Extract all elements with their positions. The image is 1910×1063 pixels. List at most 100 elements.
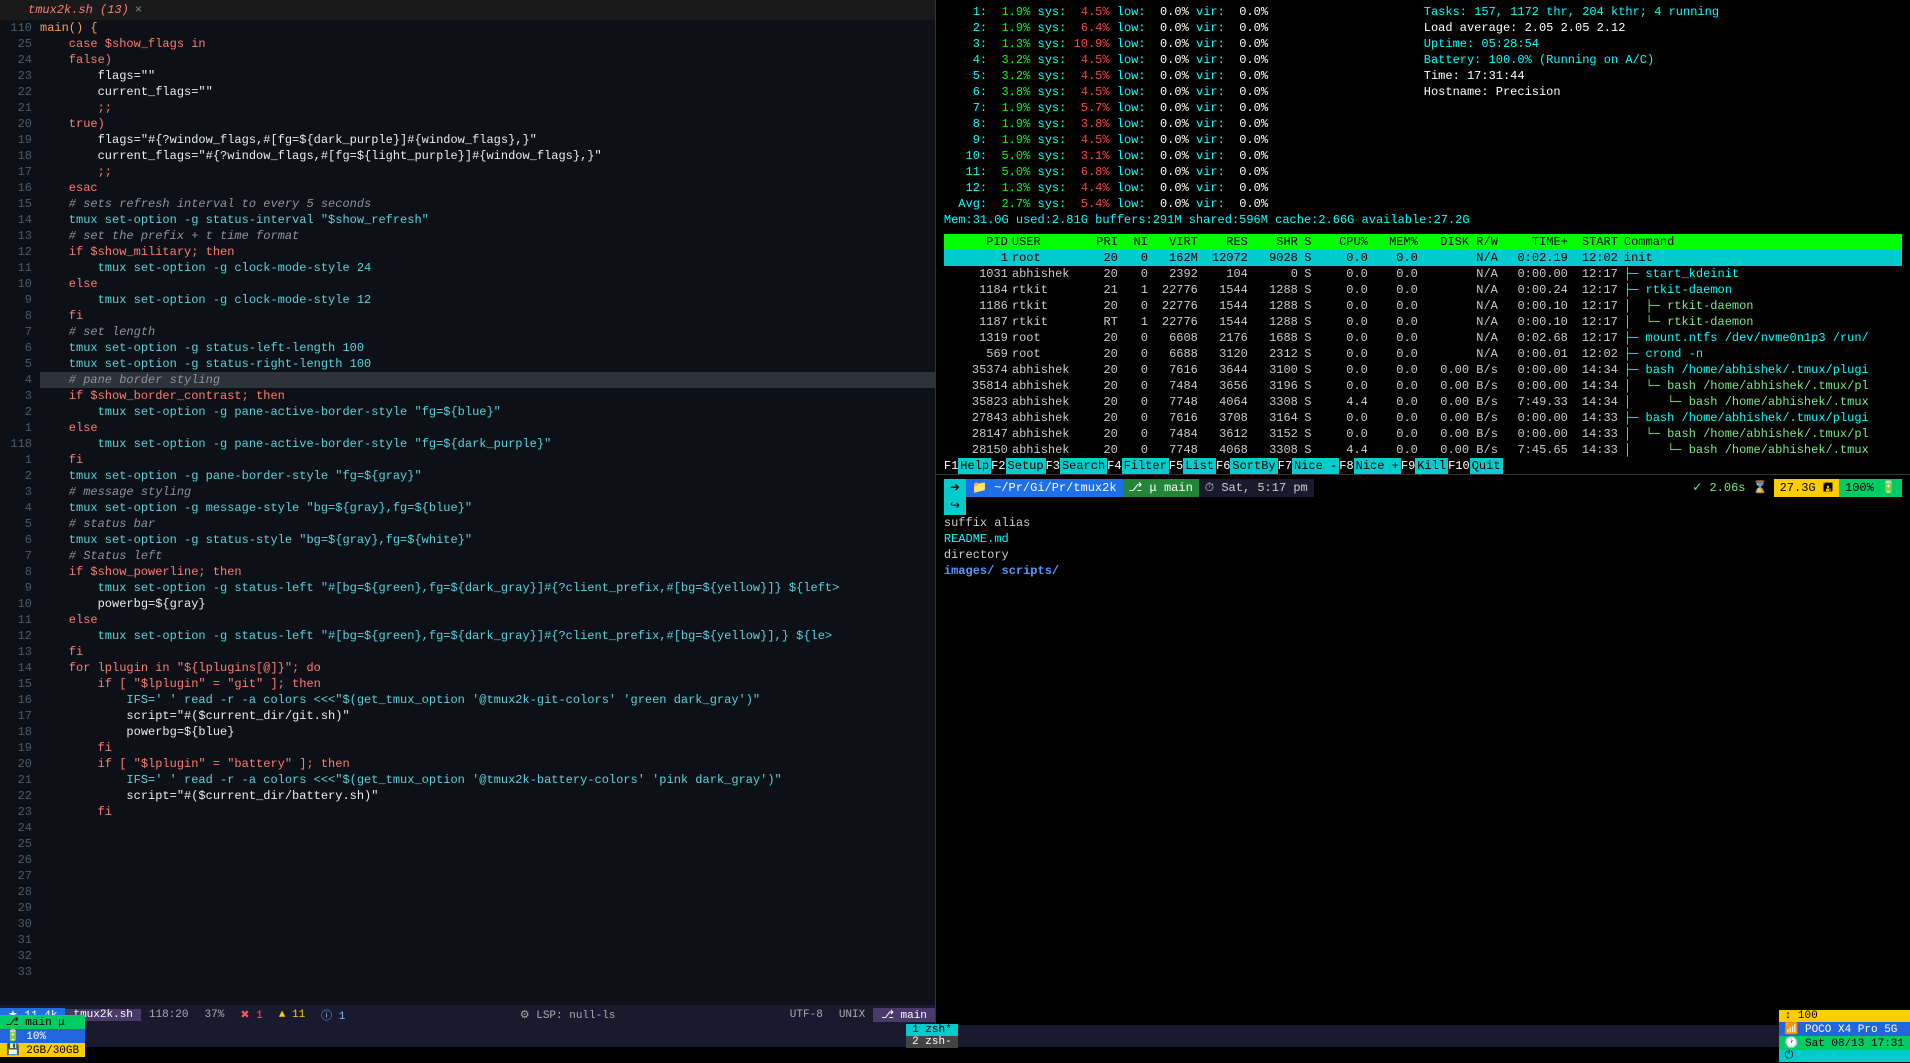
code-line[interactable]: powerbg=${blue} [40, 724, 935, 740]
code-line[interactable]: true) [40, 116, 935, 132]
tmux-seg[interactable]: 2 zsh- [906, 1036, 958, 1048]
code-line[interactable]: # message styling [40, 484, 935, 500]
code-line[interactable]: main() { [40, 20, 935, 36]
tmux-seg[interactable]: ↕ 100 [1779, 1010, 1910, 1022]
code-line[interactable]: esac [40, 180, 935, 196]
code-line[interactable]: current_flags="" [40, 84, 935, 100]
code-line[interactable]: script="#($current_dir/battery.sh)" [40, 788, 935, 804]
code-line[interactable]: # set length [40, 324, 935, 340]
code-line[interactable]: tmux set-option -g message-style "bg=${g… [40, 500, 935, 516]
process-row[interactable]: 28147abhishek200748436123152S0.00.00.00 … [944, 426, 1902, 442]
process-row[interactable]: 28150abhishek200774840683308S4.40.00.00 … [944, 442, 1902, 458]
code-line[interactable]: fi [40, 644, 935, 660]
tmux-seg[interactable]: 📶 POCO X4 Pro 5G [1779, 1022, 1910, 1036]
code-line[interactable]: # set the prefix + t time format [40, 228, 935, 244]
code-line[interactable]: flags="#{?window_flags,#[fg=${dark_purpl… [40, 132, 935, 148]
process-row[interactable]: 1031abhishek20023921040S0.00.0N/A0:00.00… [944, 266, 1902, 282]
lsp-status: ⚙ LSP: null-ls [512, 1008, 624, 1022]
memory-meter: Mem:31.0G used:2.81G buffers:291M shared… [944, 212, 1902, 228]
code-line[interactable]: # pane border styling [40, 372, 935, 388]
fkey-quit[interactable]: F10 [1448, 458, 1470, 474]
fkey-help[interactable]: F1 [944, 458, 958, 474]
code-line[interactable]: fi [40, 452, 935, 468]
code-line[interactable]: tmux set-option -g status-left "#[bg=${g… [40, 580, 935, 596]
tmux-seg[interactable]: ⏻ [1779, 1050, 1910, 1062]
code-editor[interactable]: 1102524232221201918171615141312111098765… [0, 20, 935, 1005]
code-line[interactable]: fi [40, 740, 935, 756]
code-line[interactable]: for lplugin in "${lplugins[@]}"; do [40, 660, 935, 676]
fkey-filter[interactable]: F4 [1107, 458, 1121, 474]
code-line[interactable]: if $show_border_contrast; then [40, 388, 935, 404]
code-line[interactable]: else [40, 612, 935, 628]
tmux-seg[interactable]: 💾 2GB/30GB [0, 1043, 85, 1057]
code-line[interactable]: tmux set-option -g pane-active-border-st… [40, 436, 935, 452]
fkey-nice +[interactable]: F8 [1339, 458, 1353, 474]
fkey-list[interactable]: F5 [1169, 458, 1183, 474]
code-line[interactable]: # Status left [40, 548, 935, 564]
htop-function-keys[interactable]: F1Help F2Setup F3SearchF4FilterF5List F6… [944, 458, 1902, 474]
tmux-statusbar: ⎇ main μ🔋 10%💾 2GB/30GB 1 zsh*2 zsh- ↕ 1… [0, 1025, 1910, 1047]
fkey-search[interactable]: F3 [1046, 458, 1060, 474]
prompt-arrow-icon: ➜ [944, 479, 966, 497]
cpu-meters: 1: 1.9% sys: 4.5% low: 0.0% vir: 0.0% 2:… [944, 4, 1404, 212]
code-line[interactable]: tmux set-option -g status-interval "$sho… [40, 212, 935, 228]
code-line[interactable]: case $show_flags in [40, 36, 935, 52]
file-format: UNIX [831, 1009, 873, 1021]
code-line[interactable]: ;; [40, 100, 935, 116]
terminal-pane[interactable]: ➜ 📁 ~/Pr/Gi/Pr/tmux2k ⎇ μ main ⏱ Sat, 5:… [936, 474, 1910, 1025]
code-line[interactable]: tmux set-option -g clock-mode-style 24 [40, 260, 935, 276]
code-line[interactable]: tmux set-option -g status-left "#[bg=${g… [40, 628, 935, 644]
code-line[interactable]: tmux set-option -g status-right-length 1… [40, 356, 935, 372]
process-row[interactable]: 35823abhishek200774840643308S4.40.00.00 … [944, 394, 1902, 410]
code-line[interactable]: IFS=' ' read -r -a colors <<<"$(get_tmux… [40, 772, 935, 788]
code-line[interactable]: script="#($current_dir/git.sh)" [40, 708, 935, 724]
code-line[interactable]: false) [40, 52, 935, 68]
process-row[interactable]: 27843abhishek200761637083164S0.00.00.00 … [944, 410, 1902, 426]
code-line[interactable]: if $show_military; then [40, 244, 935, 260]
code-line[interactable]: else [40, 276, 935, 292]
process-row[interactable]: 1186rtkit2002277615441288S0.00.0N/A0:00.… [944, 298, 1902, 314]
process-row[interactable]: 1184rtkit2112277615441288S0.00.0N/A0:00.… [944, 282, 1902, 298]
code-line[interactable]: fi [40, 308, 935, 324]
process-row[interactable]: 1root200162M120729028S0.00.0N/A0:02.1912… [944, 250, 1902, 266]
scroll-pct: 37% [197, 1009, 233, 1021]
code-line[interactable]: tmux set-option -g status-style "bg=${gr… [40, 532, 935, 548]
code-line[interactable]: tmux set-option -g clock-mode-style 12 [40, 292, 935, 308]
close-icon[interactable]: × [135, 3, 142, 17]
code-line[interactable]: ;; [40, 164, 935, 180]
code-line[interactable]: IFS=' ' read -r -a colors <<<"$(get_tmux… [40, 692, 935, 708]
disk-free: 27.3G 🖪 [1774, 479, 1839, 497]
code-line[interactable]: tmux set-option -g pane-border-style "fg… [40, 468, 935, 484]
fkey-nice -[interactable]: F7 [1278, 458, 1292, 474]
code-line[interactable]: if [ "$lplugin" = "git" ]; then [40, 676, 935, 692]
process-row[interactable]: 1187rtkitRT12277615441288S0.00.0N/A0:00.… [944, 314, 1902, 330]
code-line[interactable]: powerbg=${gray} [40, 596, 935, 612]
code-line[interactable]: tmux set-option -g pane-active-border-st… [40, 404, 935, 420]
code-line[interactable]: if $show_powerline; then [40, 564, 935, 580]
process-row[interactable]: 1319root200660821761688S0.00.0N/A0:02.68… [944, 330, 1902, 346]
process-header[interactable]: PIDUSERPRINIVIRTRESSHRSCPU%MEM%DISK R/WT… [944, 234, 1902, 250]
code-line[interactable]: # sets refresh interval to every 5 secon… [40, 196, 935, 212]
process-list[interactable]: 1root200162M120729028S0.00.0N/A0:02.1912… [944, 250, 1902, 458]
fkey-kill[interactable]: F9 [1401, 458, 1415, 474]
code-line[interactable]: fi [40, 804, 935, 820]
code-line[interactable]: flags="" [40, 68, 935, 84]
exec-time: ✓ 2.06s ⌛ [1686, 479, 1773, 497]
prompt-branch: ⎇ μ main [1123, 479, 1199, 497]
tmux-seg[interactable]: 🕐 Sat 08/13 17:31 [1779, 1036, 1910, 1050]
process-row[interactable]: 35374abhishek200761636443100S0.00.00.00 … [944, 362, 1902, 378]
process-row[interactable]: 35814abhishek200748436563196S0.00.00.00 … [944, 378, 1902, 394]
tmux-seg[interactable]: 🔋 10% [0, 1029, 85, 1043]
code-line[interactable]: current_flags="#{?window_flags,#[fg=${li… [40, 148, 935, 164]
tmux-seg[interactable]: 1 zsh* [906, 1024, 958, 1036]
editor-tab[interactable]: tmux2k.sh (13)× [20, 3, 150, 17]
fkey-sortby[interactable]: F6 [1216, 458, 1230, 474]
fkey-setup[interactable]: F2 [991, 458, 1005, 474]
code-line[interactable]: else [40, 420, 935, 436]
htop-panel[interactable]: 1: 1.9% sys: 4.5% low: 0.0% vir: 0.0% 2:… [936, 0, 1910, 474]
tmux-seg[interactable]: ⎇ main μ [0, 1015, 85, 1029]
code-line[interactable]: # status bar [40, 516, 935, 532]
code-line[interactable]: tmux set-option -g status-left-length 10… [40, 340, 935, 356]
code-line[interactable]: if [ "$lplugin" = "battery" ]; then [40, 756, 935, 772]
process-row[interactable]: 569root200668831202312S0.00.0N/A0:00.011… [944, 346, 1902, 362]
